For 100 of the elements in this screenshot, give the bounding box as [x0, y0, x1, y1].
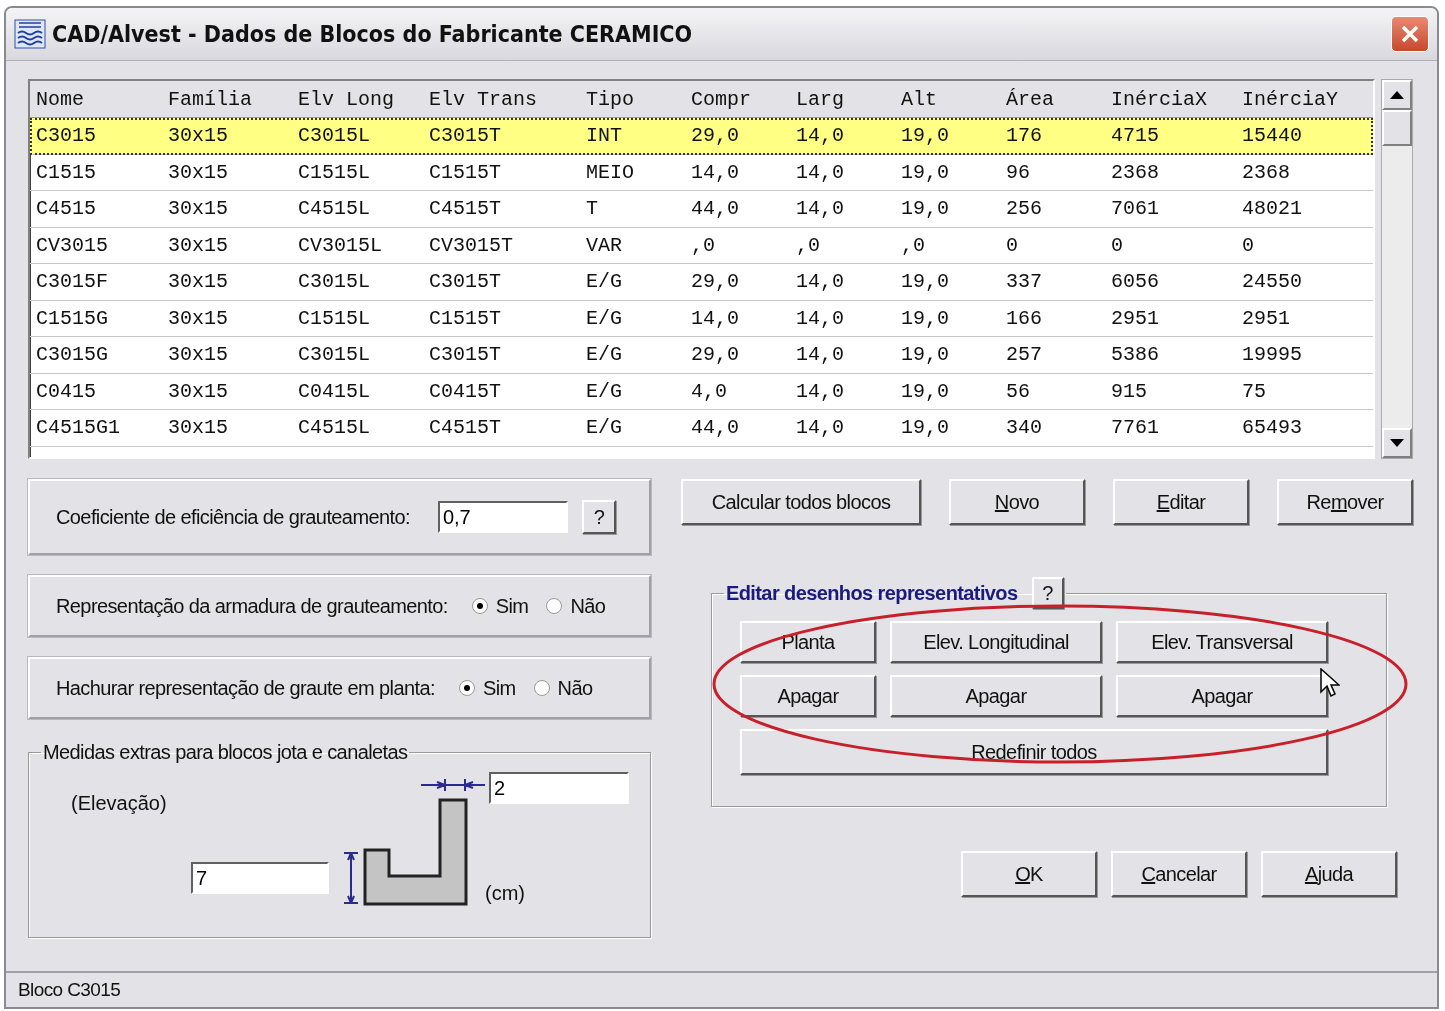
action-button[interactable]: Novo — [949, 479, 1085, 525]
radio-circle[interactable] — [471, 598, 488, 614]
table-cell-text: 340 — [1005, 416, 1043, 440]
table-cell-text: 19,0 — [900, 416, 950, 440]
width-field[interactable]: 2 — [489, 772, 629, 804]
table-cell-text: 30x15 — [167, 124, 229, 148]
table-cell-text: 14,0 — [795, 379, 845, 403]
dialog-button[interactable]: OK — [961, 851, 1097, 897]
table-cell-text: 2368 — [1110, 160, 1160, 184]
close-button[interactable] — [1391, 16, 1429, 52]
table-cell-text: E/G — [585, 343, 623, 367]
view-label: (Elevação) — [71, 792, 167, 815]
table-cell-text: 30x15 — [167, 270, 229, 294]
table-cell-text: 30x15 — [167, 416, 229, 440]
table-cell-text: 14,0 — [795, 160, 845, 184]
column-header[interactable]: Área — [1000, 87, 1105, 111]
column-header[interactable]: Elv Long — [292, 87, 423, 111]
table-cell-text: C1515L — [297, 306, 371, 330]
radio-circle[interactable] — [458, 680, 475, 696]
table-cell-text: C1515L — [297, 160, 371, 184]
table-row[interactable]: C1515G 30x15 C1515L C1515T E/G 14,0 14,0 19,0 166 2951 2951 — [30, 300, 1373, 337]
radio-option[interactable]: Sim — [458, 676, 516, 700]
dialog-button[interactable]: Cancelar — [1111, 851, 1247, 897]
scrollbar-thumb[interactable] — [1382, 110, 1412, 146]
table-cell-text: 19,0 — [900, 343, 950, 367]
column-header[interactable]: Compr — [685, 87, 790, 111]
table-row[interactable]: C4515G1 30x15 C4515L C4515T E/G 44,0 14,0 19,0 340 7761 65493 — [30, 410, 1373, 447]
table-row[interactable]: C3015F 30x15 C3015L C3015T E/G 29,0 14,0 19,0 337 6056 24550 — [30, 264, 1373, 301]
column-header[interactable]: Família — [162, 87, 292, 111]
table-cell-text: 4,0 — [690, 379, 728, 403]
unit-label: (cm) — [485, 882, 525, 905]
table-cell-text: 14,0 — [690, 306, 740, 330]
action-button[interactable]: Calcular todos blocos — [681, 479, 921, 525]
close-icon[interactable] — [1399, 23, 1421, 45]
table-cell-text: 24550 — [1241, 270, 1303, 294]
view-button[interactable]: Planta — [740, 621, 876, 663]
table-cell-text: 15440 — [1241, 124, 1303, 148]
table-cell-text: C4515 — [35, 197, 97, 221]
action-button[interactable]: Remover — [1277, 479, 1413, 525]
dialog-button[interactable]: Ajuda — [1261, 851, 1397, 897]
table-cell-text: 2951 — [1110, 306, 1160, 330]
clear-button[interactable]: Apagar — [890, 675, 1102, 717]
radio-option[interactable]: Não — [533, 676, 593, 700]
column-header[interactable]: InérciaX — [1105, 87, 1236, 111]
table-cell-text: 14,0 — [795, 270, 845, 294]
table-cell-text: CV3015T — [428, 233, 514, 257]
table-row[interactable]: C3015G 30x15 C3015L C3015T E/G 29,0 14,0 19,0 257 5386 19995 — [30, 337, 1373, 374]
column-header[interactable]: Nome — [30, 87, 162, 111]
clear-button[interactable]: Apagar — [1116, 675, 1328, 717]
table-cell-text: ,0 — [795, 233, 821, 257]
scroll-down-icon[interactable] — [1390, 439, 1404, 447]
height-field[interactable]: 7 — [191, 862, 329, 894]
view-button[interactable]: Elev. Longitudinal — [890, 621, 1102, 663]
radio-circle[interactable] — [533, 680, 550, 696]
clear-button[interactable]: Apagar — [740, 675, 876, 717]
radio-circle[interactable] — [546, 598, 563, 614]
efficiency-label: Coeficiente de eficiência de grauteamento: — [56, 505, 410, 529]
table-cell-text: C3015F — [35, 270, 109, 294]
table-cell-text: 30x15 — [167, 379, 229, 403]
table-row[interactable]: C1515 30x15 C1515L C1515T MEIO 14,0 14,0 19,0 96 2368 2368 — [30, 154, 1373, 191]
table-cell-text: C4515T — [428, 416, 502, 440]
help-button[interactable]: ? — [581, 500, 616, 534]
column-header[interactable]: Elv Trans — [423, 87, 580, 111]
scroll-up-icon[interactable] — [1390, 91, 1404, 99]
table-cell-text: 14,0 — [795, 124, 845, 148]
radio-option[interactable]: Não — [546, 594, 606, 618]
column-header[interactable]: Larg — [790, 87, 895, 111]
table-cell-text: 4715 — [1110, 124, 1160, 148]
column-header[interactable]: Tipo — [580, 87, 685, 111]
table-cell-text: C3015L — [297, 124, 371, 148]
column-header[interactable]: InérciaY — [1236, 87, 1366, 111]
group-title: Editar desenhos representativos — [726, 581, 1018, 605]
vertical-scrollbar[interactable] — [1381, 79, 1413, 459]
table-row[interactable]: C0415 30x15 C0415L C0415T E/G 4,0 14,0 19,0 56 915 75 — [30, 373, 1373, 410]
window-title: CAD/Alvest - Dados de Blocos do Fabricante CERAMICO — [52, 21, 694, 47]
table-cell-text: 5386 — [1110, 343, 1160, 367]
table-cell-text: 166 — [1005, 306, 1043, 330]
efficiency-field[interactable]: 0,7 — [437, 501, 568, 533]
table-cell-text: C0415T — [428, 379, 502, 403]
table-cell-text: 14,0 — [795, 197, 845, 221]
table-cell-text: 29,0 — [690, 124, 740, 148]
view-button[interactable]: Elev. Transversal — [1116, 621, 1328, 663]
table-cell-text: 0 — [1241, 233, 1255, 257]
table-row[interactable]: C4515 30x15 C4515L C4515T T 44,0 14,0 19,0 256 7061 48021 — [30, 191, 1373, 228]
table-cell-text: 176 — [1005, 124, 1043, 148]
action-button[interactable]: Editar — [1113, 479, 1249, 525]
table-cell-text: 29,0 — [690, 270, 740, 294]
table-cell-text: 14,0 — [690, 160, 740, 184]
reset-button[interactable]: Redefinir todos — [740, 729, 1328, 775]
table-cell-text: 30x15 — [167, 343, 229, 367]
app-logo-icon — [14, 19, 46, 49]
radio-option[interactable]: Sim — [471, 594, 529, 618]
table-cell-text: C3015T — [428, 270, 502, 294]
table-cell-text: MEIO — [585, 160, 635, 184]
table-row[interactable]: C3015 30x15 C3015L C3015T INT 29,0 14,0 19,0 176 4715 15440 — [30, 118, 1373, 155]
table-cell-text: C3015L — [297, 270, 371, 294]
table-cell-text: ,0 — [690, 233, 716, 257]
column-header[interactable]: Alt — [895, 87, 1000, 111]
mouse-pointer-icon — [1320, 668, 1340, 698]
table-row[interactable]: CV3015 30x15 CV3015L CV3015T VAR ,0 ,0 ,0 0 0 0 — [30, 227, 1373, 264]
